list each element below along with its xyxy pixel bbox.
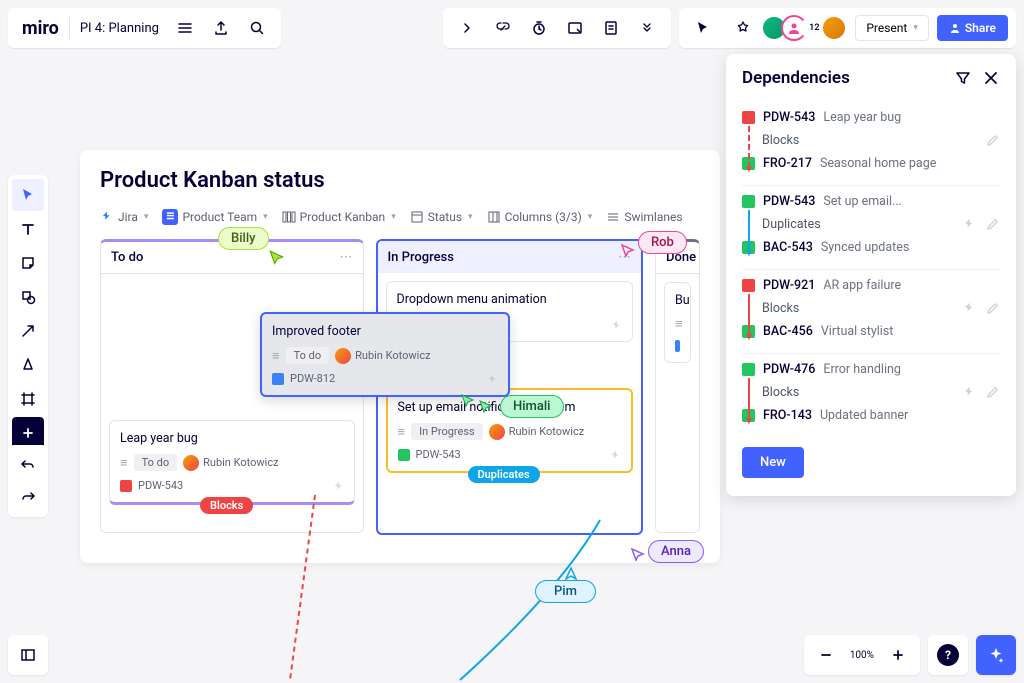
- minimap-toggle[interactable]: [8, 635, 48, 675]
- export-icon[interactable]: [205, 12, 237, 44]
- ai-button[interactable]: [976, 635, 1016, 675]
- jira-link-icon[interactable]: [962, 385, 977, 400]
- zoom-controls: 100%: [804, 635, 920, 675]
- more-tools-icon[interactable]: [631, 12, 663, 44]
- expand-icon[interactable]: [451, 12, 483, 44]
- dependency-item[interactable]: ▼ PDW-543 Leap year bug Blocks FRO-217 S…: [742, 102, 1000, 186]
- collab-group: 12 Present▾ Share: [679, 8, 1016, 48]
- zoom-level[interactable]: 100%: [846, 650, 878, 661]
- timer-icon[interactable]: [523, 12, 555, 44]
- board-title[interactable]: PI 4: Planning: [74, 21, 165, 36]
- dependency-item[interactable]: ▼ PDW-543 Set up email... Duplicates BAC…: [742, 186, 1000, 270]
- card-dragging[interactable]: Improved footer ≡ To do Rubin Kotowicz P…: [260, 312, 510, 397]
- shape-tool[interactable]: [12, 281, 44, 313]
- pen-tool[interactable]: [12, 349, 44, 381]
- dependency-item[interactable]: ▼ PDW-476 Error handling Blocks FRO-143 …: [742, 354, 1000, 437]
- frame-title: Product Kanban status: [100, 168, 700, 193]
- drag-icon: ≡: [398, 424, 406, 440]
- duplicates-badge[interactable]: Duplicates: [468, 466, 540, 483]
- jira-icon: [486, 373, 500, 387]
- dependencies-panel: Dependencies ▼ PDW-543 Leap year bug Blo…: [726, 54, 1016, 496]
- blocks-badge[interactable]: Blocks: [200, 497, 253, 514]
- jira-icon: [609, 449, 623, 463]
- menu-icon[interactable]: [169, 12, 201, 44]
- bug-icon: [120, 480, 132, 492]
- miro-logo[interactable]: miro: [16, 18, 65, 39]
- jira-link-icon[interactable]: [962, 301, 977, 316]
- filter-columns[interactable]: Columns (3/3)▾: [487, 210, 593, 224]
- text-tool[interactable]: [12, 213, 44, 245]
- user-avatars[interactable]: 12: [767, 15, 847, 41]
- close-icon[interactable]: [982, 69, 1000, 87]
- zoom-out-button[interactable]: [810, 639, 842, 671]
- drag-icon: ≡: [272, 348, 280, 364]
- issue-type-icon: [742, 111, 755, 124]
- task-icon: [272, 373, 284, 385]
- new-dependency-button[interactable]: New: [742, 447, 804, 478]
- reactions-icon[interactable]: [727, 12, 759, 44]
- column-menu-icon[interactable]: ⋯: [340, 250, 353, 265]
- card-done-1[interactable]: Bu ≡: [664, 282, 691, 363]
- board-info-group: miro PI 4: Planning: [8, 8, 281, 48]
- center-tools-group: [443, 8, 671, 48]
- filter-team[interactable]: ☰Product Team▾: [162, 209, 267, 225]
- jira-link-icon[interactable]: [962, 217, 977, 232]
- kanban-filters: Jira▾ ☰Product Team▾ Product Kanban▾ Sta…: [100, 209, 700, 225]
- edit-icon[interactable]: [985, 133, 1000, 148]
- frame-icon[interactable]: [559, 12, 591, 44]
- drag-icon: ≡: [120, 455, 128, 471]
- filter-icon[interactable]: [954, 69, 972, 87]
- issue-type-icon: [742, 279, 755, 292]
- cursor-mode-icon[interactable]: [687, 12, 719, 44]
- edit-icon[interactable]: [985, 217, 1000, 232]
- present-button[interactable]: Present▾: [855, 15, 929, 41]
- edit-icon[interactable]: [985, 385, 1000, 400]
- edit-icon[interactable]: [985, 301, 1000, 316]
- redo-button[interactable]: [12, 481, 44, 513]
- issue-type-icon: [742, 195, 755, 208]
- filter-swimlanes[interactable]: Swimlanes: [606, 210, 682, 224]
- cursor-rob: Rob: [620, 225, 687, 259]
- cursor-billy: Billy: [218, 227, 269, 250]
- cursor-anna: Anna: [630, 540, 704, 563]
- link-icon[interactable]: [487, 12, 519, 44]
- select-tool[interactable]: [12, 179, 44, 211]
- card-leap-year[interactable]: Leap year bug ≡ To do Rubin Kotowicz PDW…: [109, 420, 355, 505]
- search-icon[interactable]: [241, 12, 273, 44]
- issue-type-icon: [742, 363, 755, 376]
- note-icon[interactable]: [595, 12, 627, 44]
- filter-jira[interactable]: Jira▾: [100, 210, 148, 224]
- filter-status[interactable]: Status▾: [410, 210, 473, 224]
- task-icon: [398, 449, 410, 461]
- cursor-pim: Pim: [535, 580, 596, 603]
- sticky-tool[interactable]: [12, 247, 44, 279]
- column-done[interactable]: Done Bu ≡: [655, 239, 700, 535]
- frame-tool[interactable]: [12, 383, 44, 415]
- undo-redo-group: [8, 445, 48, 517]
- filter-board[interactable]: Product Kanban▾: [282, 210, 396, 224]
- jira-icon: [332, 480, 346, 494]
- left-toolbar: [8, 175, 48, 453]
- dependency-item[interactable]: ▼ PDW-921 AR app failure Blocks BAC-456 …: [742, 270, 1000, 354]
- panel-title: Dependencies: [742, 68, 850, 88]
- arrow-tool[interactable]: [12, 315, 44, 347]
- help-button[interactable]: ?: [928, 635, 968, 675]
- jira-icon: [610, 319, 624, 333]
- undo-button[interactable]: [12, 449, 44, 481]
- share-button[interactable]: Share: [937, 15, 1008, 41]
- zoom-in-button[interactable]: [882, 639, 914, 671]
- cursor-himali: Himali: [500, 395, 564, 418]
